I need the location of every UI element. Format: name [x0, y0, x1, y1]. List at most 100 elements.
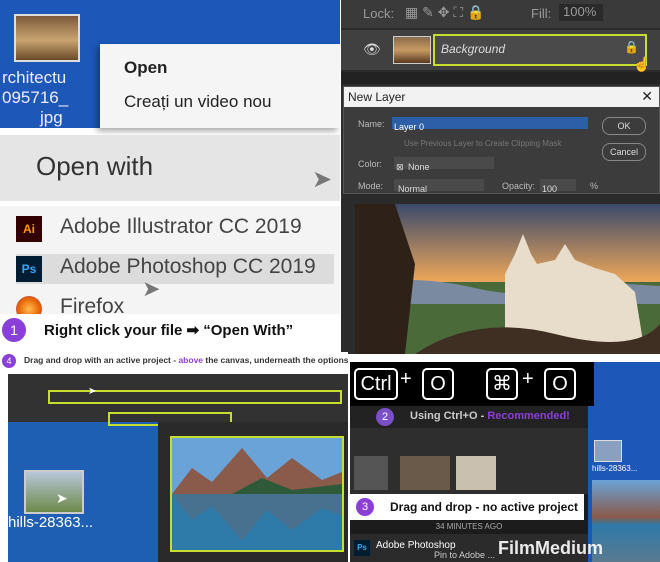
name-input-value: Layer 0 — [394, 122, 425, 132]
recent-files-grid — [350, 428, 588, 494]
pin-label[interactable]: Pin to Adobe ... — [434, 550, 495, 560]
step-2-text: Using Ctrl+O - Recommended! — [410, 410, 570, 422]
fill-label: Fill: — [531, 6, 552, 21]
step-2-highlight: Recommended! — [487, 410, 570, 422]
close-icon[interactable]: ✕ — [641, 88, 653, 105]
menu-item-create-video[interactable]: Creați un video nou — [124, 92, 271, 112]
step-2-banner: 2 Using Ctrl+O - Recommended! — [350, 406, 588, 428]
photoshop-icon: Ps — [16, 256, 42, 282]
mode-label: Mode: — [358, 181, 384, 191]
caption-text: Right click your file ➡ “Open With” — [44, 322, 294, 339]
lock-icons[interactable]: ▦ ✎ ✥ ⛶ 🔒 — [405, 4, 484, 21]
cmd-key: ⌘ — [486, 368, 518, 400]
color-select-value: None — [408, 162, 430, 172]
menu-item-open-with[interactable]: Open with ➤ — [0, 135, 340, 201]
panel-drag-active-project: 4 Drag and drop with an active project -… — [0, 352, 348, 562]
illustrator-icon: Ai — [16, 216, 42, 242]
o-key: O — [422, 368, 454, 400]
color-select[interactable]: ⊠ None — [394, 157, 494, 172]
caption-suffix: the canvas, underneath the options bar — [203, 355, 348, 365]
recent-file-thumb[interactable] — [354, 456, 388, 490]
opacity-unit: % — [590, 181, 599, 191]
cursor-arrow-icon: ➤ — [312, 166, 333, 193]
firefox-icon — [16, 296, 42, 316]
cancel-button[interactable]: Cancel — [602, 143, 646, 161]
cursor-arrow-icon: ➤ — [56, 490, 68, 506]
dialog-title: New Layer — [348, 90, 406, 104]
panel-open-with: rchitectu 095716_ jpg Open Creați un vid… — [0, 0, 340, 346]
file-name-line-3: jpg — [40, 108, 63, 127]
layer-list-gap — [341, 72, 660, 84]
desktop-file-name: hills-28363... — [8, 514, 94, 531]
layers-lock-bar: Lock: ▦ ✎ ✥ ⛶ 🔒 Fill: 100% — [341, 0, 660, 28]
fill-value[interactable]: 100% — [559, 4, 603, 21]
app-label: Firefox — [60, 295, 125, 316]
step-3-banner: 3 Drag and drop - no active project — [350, 494, 584, 520]
open-with-label: Open with — [36, 151, 154, 181]
plus-sign: + — [522, 368, 534, 390]
name-input[interactable]: Layer 0 — [392, 117, 588, 132]
caption-text: Drag and drop with an active project - a… — [24, 355, 348, 365]
photoshop-icon: Ps — [354, 540, 370, 556]
desktop-strip — [594, 362, 660, 406]
new-layer-dialog: New Layer ✕ Name: Layer 0 Use Previous L… — [343, 86, 660, 194]
step-badge: 3 — [356, 498, 374, 516]
menu-item-open[interactable]: Open — [124, 58, 167, 78]
app-photoshop[interactable]: Ps Adobe Photoshop CC 2019 ➤ — [16, 254, 334, 301]
photoshop-workspace-screenshot: ➤ ➤ hills-28363... — [8, 374, 348, 562]
name-label: Name: — [358, 119, 385, 129]
caption-highlight: above — [178, 355, 204, 365]
ok-button[interactable]: OK — [602, 117, 646, 135]
desktop-file-icon[interactable] — [594, 440, 622, 462]
dialog-titlebar: New Layer ✕ — [344, 87, 659, 107]
color-label: Color: — [358, 159, 383, 169]
eye-icon[interactable]: 👁 — [363, 41, 381, 58]
opacity-input[interactable]: 100 — [540, 179, 576, 194]
desktop-file-name: hills-28363... — [592, 464, 638, 473]
panel-photoshop-layer: Lock: ▦ ✎ ✥ ⛶ 🔒 Fill: 100% 👁 Background … — [341, 0, 660, 354]
caption-step-4: 4 Drag and drop with an active project -… — [0, 352, 348, 370]
step-badge: 1 — [2, 318, 26, 342]
recent-file-thumb[interactable] — [456, 456, 496, 490]
layer-name: Background — [441, 42, 506, 56]
context-menu: Open Creați un video nou — [100, 44, 340, 128]
layer-row-background[interactable]: 👁 Background 🔒 ☝ — [341, 30, 660, 72]
file-name-line-2: 095716_ — [2, 88, 69, 107]
step-badge: 4 — [2, 354, 16, 368]
app-label: Adobe Illustrator CC 2019 — [60, 215, 302, 238]
lake-image — [172, 438, 342, 550]
file-thumbnail[interactable] — [14, 14, 80, 62]
opacity-input-value: 100 — [542, 184, 558, 194]
o-key: O — [544, 368, 576, 400]
recent-file-thumb[interactable] — [400, 456, 450, 490]
mode-select-value: Normal — [398, 184, 428, 194]
photoshop-topbar: ➤ — [8, 374, 348, 426]
lock-label: Lock: — [363, 6, 395, 21]
layer-thumbnail — [393, 36, 431, 64]
watermark: FilmMedium — [498, 538, 604, 558]
desktop-file-thumbnail[interactable] — [24, 470, 84, 514]
shortcut-keys-row: Ctrl + O ⌘ + O — [350, 362, 660, 406]
lock-icon[interactable]: 🔒 — [624, 40, 639, 54]
time-label: 34 MINUTES AGO — [350, 520, 588, 534]
ctrl-key: Ctrl — [354, 368, 398, 400]
step-2-label: Using Ctrl+O - — [410, 410, 488, 422]
cursor-arrow-icon: ➤ — [88, 386, 97, 397]
app-label: Adobe Photoshop CC 2019 — [60, 255, 316, 278]
canvas-area[interactable] — [158, 422, 348, 562]
step-badge: 2 — [376, 408, 394, 426]
mode-select[interactable]: Normal — [394, 179, 484, 194]
castle-image — [355, 204, 660, 354]
app-illustrator[interactable]: Ai Adobe Illustrator CC 2019 — [16, 214, 334, 244]
caption-prefix: Drag and drop with an active project - — [24, 355, 179, 365]
castle-photo — [355, 204, 660, 354]
step-3-text: Drag and drop - no active project — [390, 500, 579, 514]
layer-name-box[interactable]: Background 🔒 — [433, 34, 647, 66]
opacity-label: Opacity: — [502, 181, 536, 191]
no-color-icon: ⊠ — [396, 162, 404, 172]
plus-sign: + — [400, 368, 412, 390]
caption-step-1: 1 Right click your file ➡ “Open With” — [0, 314, 340, 346]
app-firefox[interactable]: Firefox — [16, 294, 334, 316]
open-with-submenu: Ai Adobe Illustrator CC 2019 Ps Adobe Ph… — [0, 206, 340, 316]
clip-label[interactable]: Use Previous Layer to Create Clipping Ma… — [404, 139, 561, 148]
